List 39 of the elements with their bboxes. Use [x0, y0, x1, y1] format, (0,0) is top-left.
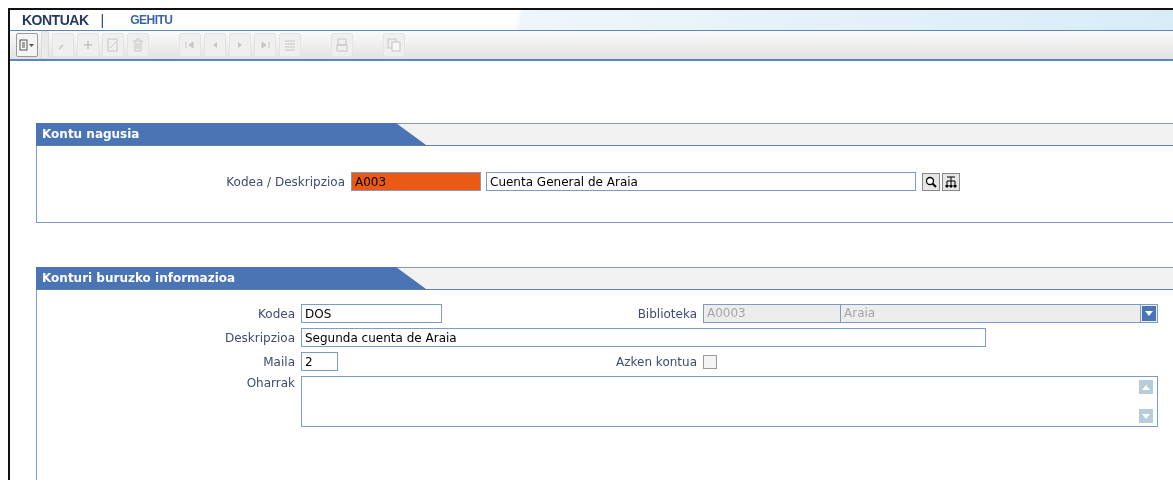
edit-icon — [107, 38, 119, 52]
menu-icon — [19, 39, 35, 51]
section-title: Kontu nagusia — [36, 123, 426, 145]
trash-icon — [132, 38, 144, 52]
hierarchy-icon — [945, 175, 957, 188]
printer-icon — [336, 38, 348, 52]
code-field[interactable]: A003 — [351, 172, 481, 191]
field-label: Kodea — [257, 306, 295, 321]
page-title: KONTUAK — [22, 12, 89, 28]
field-label: Azken kontua — [615, 354, 697, 369]
last-icon — [260, 41, 270, 49]
caret-icon — [1145, 311, 1153, 316]
scroll-down-button[interactable] — [1139, 409, 1153, 423]
field-label: Kodea / Deskripzioa — [225, 174, 345, 189]
field-label: Deskripzioa — [223, 330, 295, 345]
library-code: A0003 — [704, 305, 841, 322]
first-icon — [185, 41, 195, 49]
previous-icon — [211, 41, 219, 49]
library-name: Araia — [841, 305, 1141, 322]
menu-button[interactable] — [16, 33, 38, 57]
mode-label: GEHITU — [130, 13, 173, 27]
checkbox[interactable] — [703, 354, 717, 369]
next-icon — [236, 41, 244, 49]
scroll-up-button[interactable] — [1139, 380, 1153, 394]
hierarchy-button[interactable] — [942, 172, 960, 191]
field-label: Oharrak — [245, 376, 295, 390]
field-label: Maila — [262, 354, 295, 369]
description-field[interactable]: Cuenta General de Araia — [486, 172, 916, 191]
description-field[interactable]: Segunda cuenta de Araia — [301, 328, 986, 347]
plus-icon — [83, 40, 93, 50]
copy-icon — [387, 38, 401, 52]
title-separator: | — [100, 12, 105, 28]
level-field[interactable]: 2 — [301, 352, 338, 371]
up-icon — [1142, 384, 1150, 390]
field-label: Biblioteka — [636, 306, 697, 321]
code-field[interactable]: DOS — [301, 304, 442, 323]
down-icon — [1142, 413, 1150, 419]
section-title: Konturi buruzko informazioa — [36, 267, 426, 289]
notes-field[interactable] — [301, 376, 1158, 427]
